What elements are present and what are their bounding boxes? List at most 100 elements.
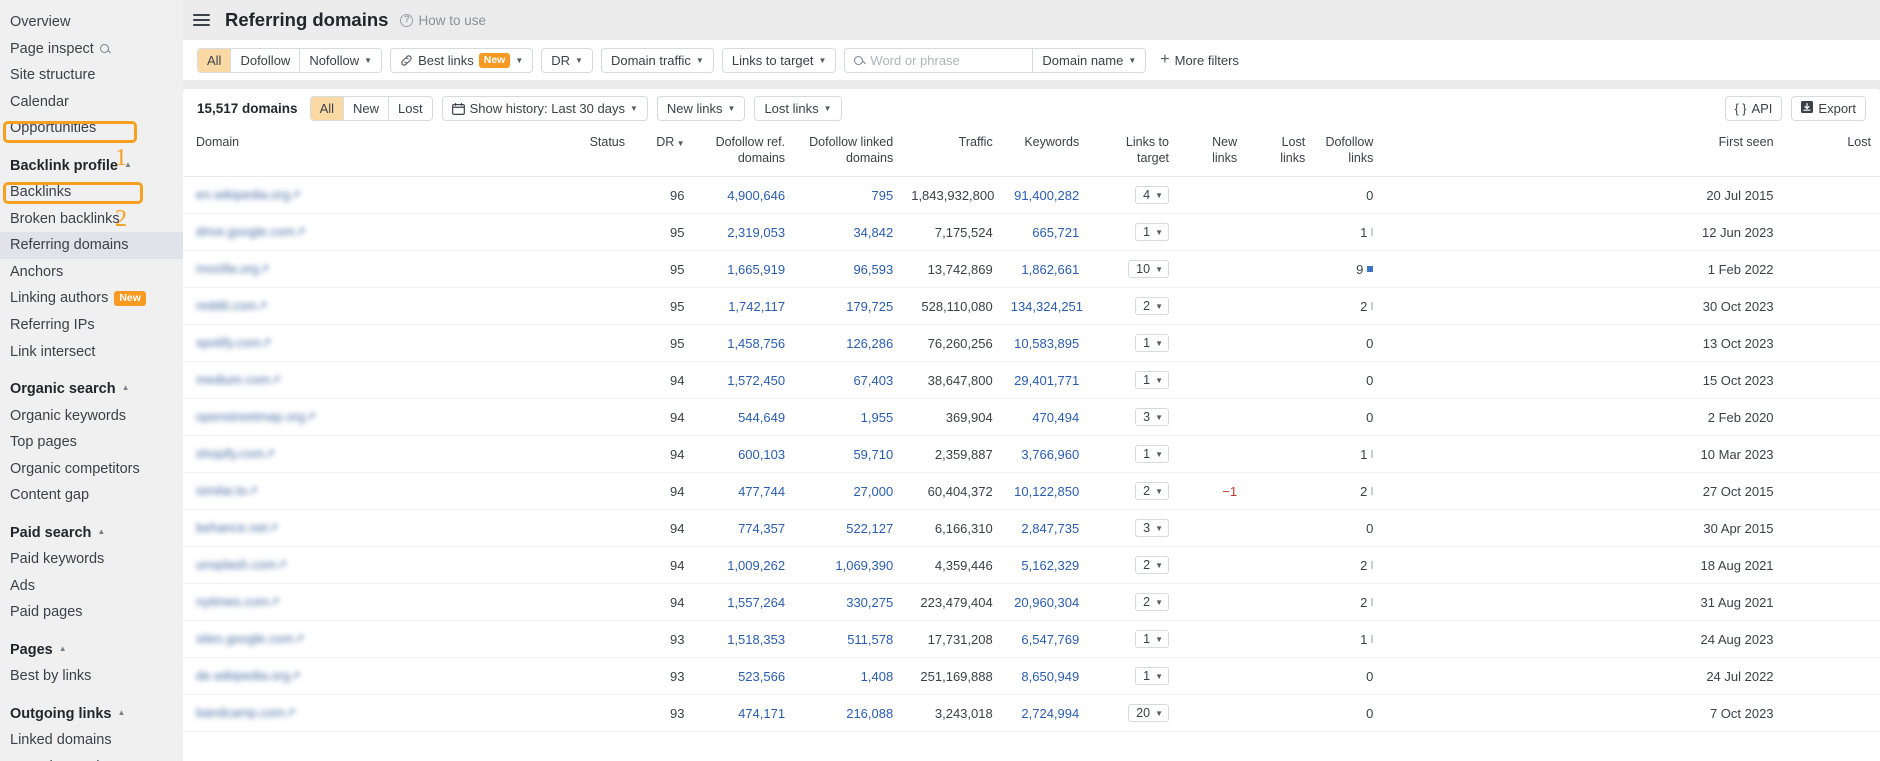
cell-dofollow-linked-domains[interactable]: 179,725 (794, 287, 903, 326)
cell-dofollow-ref-domains[interactable]: 1,458,756 (693, 324, 795, 363)
cell-dofollow-ref-domains[interactable]: 600,103 (693, 435, 795, 474)
table-row[interactable]: medium.com ↗ 94 1,572,450 67,403 38,647,800 2… (183, 361, 1880, 400)
cell-dofollow-linked-domains[interactable]: 1,408 (794, 657, 903, 696)
cell-links-to-target[interactable]: 1 ▼ (1088, 657, 1178, 696)
search-mode-dropdown[interactable]: Domain name ▼ (1032, 48, 1145, 72)
cell-keywords[interactable]: 2,724,994 (1001, 694, 1089, 733)
cell-links-to-target[interactable]: 1 ▼ (1088, 361, 1178, 400)
cell-keywords[interactable]: 665,721 (1001, 213, 1089, 252)
table-row[interactable]: en.wikipedia.org ↗ 96 4,900,646 795 1,843,93… (183, 176, 1880, 215)
api-button[interactable]: { } API (1724, 96, 1783, 121)
links-to-target-dropdown[interactable]: 4 ▼ (1135, 186, 1169, 205)
table-row[interactable]: unsplash.com ↗ 94 1,009,262 1,069,390 4,359,… (183, 546, 1880, 585)
links-to-target-dropdown[interactable]: 2 ▼ (1135, 482, 1169, 501)
links-to-target-dropdown[interactable]: 3 ▼ (1135, 408, 1169, 427)
cell-domain[interactable]: drive.google.com ↗ (183, 213, 562, 252)
cell-domain[interactable]: shopify.com ↗ (183, 435, 562, 474)
export-button[interactable]: Export (1791, 96, 1866, 121)
cell-links-to-target[interactable]: 4 ▼ (1088, 176, 1178, 215)
how-to-use-link[interactable]: ? How to use (400, 13, 486, 28)
cell-dofollow-ref-domains[interactable]: 1,557,264 (693, 583, 795, 622)
sidebar-item-page-inspect[interactable]: Page inspect (0, 36, 183, 63)
cell-dofollow-ref-domains[interactable]: 544,649 (693, 398, 795, 437)
menu-icon[interactable] (193, 14, 210, 26)
sidebar-item-referring-domains[interactable]: Referring domains (0, 232, 183, 259)
best-links-button[interactable]: Best links New ▼ (390, 47, 534, 73)
filter-all[interactable]: All (198, 48, 232, 72)
cell-keywords[interactable]: 29,401,771 (1001, 361, 1089, 400)
cell-links-to-target[interactable]: 2 ▼ (1088, 287, 1178, 326)
table-row[interactable]: sites.google.com ↗ 93 1,518,353 511,578 17,7… (183, 620, 1880, 659)
table-row[interactable]: bandcamp.com ↗ 93 474,171 216,088 3,243,018 2… (183, 694, 1880, 733)
show-history-button[interactable]: Show history: Last 30 days ▼ (441, 96, 648, 121)
column-header-dofollow-links[interactable]: Dofollow links (1314, 128, 1383, 178)
links-to-target-dropdown[interactable]: 2 ▼ (1135, 593, 1169, 612)
links-to-target-dropdown[interactable]: 3 ▼ (1135, 519, 1169, 538)
cell-dofollow-ref-domains[interactable]: 1,665,919 (693, 250, 795, 289)
links-to-target-dropdown[interactable]: 1 ▼ (1135, 223, 1169, 242)
links-to-target-dropdown[interactable]: 10 ▼ (1128, 260, 1169, 279)
state-all[interactable]: All (310, 97, 345, 120)
table-row[interactable]: spotify.com ↗ 95 1,458,756 126,286 76,260,25… (183, 324, 1880, 363)
sidebar-item-backlink-profile[interactable]: Backlink profile ▲ (0, 153, 183, 180)
cell-dofollow-ref-domains[interactable]: 1,518,353 (693, 620, 795, 659)
filter-dofollow[interactable]: Dofollow (231, 48, 301, 72)
links-to-target-dropdown[interactable]: 1 ▼ (1135, 630, 1169, 649)
cell-dofollow-ref-domains[interactable]: 477,744 (693, 472, 795, 511)
sidebar-item-linked-domains[interactable]: Linked domains (0, 727, 183, 754)
dr-filter-button[interactable]: DR ▼ (541, 47, 593, 73)
sidebar-item-outgoing-anchors[interactable]: Outgoing anchors (0, 754, 183, 761)
sidebar-item-site-structure[interactable]: Site structure (0, 62, 183, 89)
cell-links-to-target[interactable]: 2 ▼ (1088, 583, 1178, 622)
cell-dofollow-linked-domains[interactable]: 126,286 (794, 324, 903, 363)
column-header-lost[interactable]: Lost (1782, 128, 1880, 178)
sidebar-item-organic-search[interactable]: Organic search ▲ (0, 376, 183, 403)
table-row[interactable]: nytimes.com ↗ 94 1,557,264 330,275 223,479,4… (183, 583, 1880, 622)
links-to-target-dropdown[interactable]: 20 ▼ (1128, 704, 1169, 723)
column-header-links-to-target[interactable]: Links to target (1088, 128, 1178, 178)
table-row[interactable]: similar.to ↗ 94 477,744 27,000 60,404,372 10,… (183, 472, 1880, 511)
table-row[interactable]: mozilla.org ↗ 95 1,665,919 96,593 13,742,869… (183, 250, 1880, 289)
cell-keywords[interactable]: 2,847,735 (1001, 509, 1089, 548)
cell-dofollow-ref-domains[interactable]: 1,009,262 (693, 546, 795, 585)
cell-keywords[interactable]: 8,650,949 (1001, 657, 1089, 696)
column-header-first-seen[interactable]: First seen (1382, 128, 1783, 178)
column-header-traffic[interactable]: Traffic (902, 128, 1002, 178)
cell-dofollow-ref-domains[interactable]: 523,566 (693, 657, 795, 696)
cell-domain[interactable]: sites.google.com ↗ (183, 620, 562, 659)
cell-dofollow-linked-domains[interactable]: 330,275 (794, 583, 903, 622)
sidebar-item-backlinks[interactable]: Backlinks (0, 179, 183, 206)
sidebar-item-organic-keywords[interactable]: Organic keywords (0, 403, 183, 430)
cell-dofollow-ref-domains[interactable]: 4,900,646 (693, 176, 795, 215)
cell-dofollow-linked-domains[interactable]: 1,069,390 (794, 546, 903, 585)
cell-dofollow-ref-domains[interactable]: 474,171 (693, 694, 795, 733)
links-to-target-filter-button[interactable]: Links to target ▼ (721, 47, 837, 73)
column-header-keywords[interactable]: Keywords (1001, 128, 1089, 178)
column-header-dofollow-linked-domains[interactable]: Dofollow linked domains (794, 128, 903, 178)
cell-domain[interactable]: unsplash.com ↗ (183, 546, 562, 585)
cell-links-to-target[interactable]: 2 ▼ (1088, 546, 1178, 585)
cell-domain[interactable]: behance.net ↗ (183, 509, 562, 548)
sidebar-item-referring-ips[interactable]: Referring IPs (0, 312, 183, 339)
sidebar-item-opportunities[interactable]: Opportunities (0, 115, 183, 142)
cell-links-to-target[interactable]: 2 ▼ (1088, 472, 1178, 511)
cell-links-to-target[interactable]: 1 ▼ (1088, 213, 1178, 252)
domain-traffic-filter-button[interactable]: Domain traffic ▼ (600, 47, 714, 73)
cell-keywords[interactable]: 1,862,661 (1001, 250, 1089, 289)
cell-keywords[interactable]: 3,766,960 (1001, 435, 1089, 474)
sidebar-item-pages[interactable]: Pages ▲ (0, 637, 183, 664)
cell-keywords[interactable]: 91,400,282 (1001, 176, 1089, 215)
sidebar-item-linking-authors[interactable]: Linking authors New (0, 285, 183, 312)
state-lost[interactable]: Lost (389, 97, 432, 120)
column-header-dofollow-ref-domains[interactable]: Dofollow ref. domains (693, 128, 795, 178)
cell-domain[interactable]: en.wikipedia.org ↗ (183, 176, 562, 215)
cell-dofollow-linked-domains[interactable]: 522,127 (794, 509, 903, 548)
sidebar-item-content-gap[interactable]: Content gap (0, 482, 183, 509)
cell-dofollow-linked-domains[interactable]: 511,578 (794, 620, 903, 659)
sidebar-item-paid-keywords[interactable]: Paid keywords (0, 546, 183, 573)
column-header-domain[interactable]: Domain (183, 128, 562, 178)
table-row[interactable]: behance.net ↗ 94 774,357 522,127 6,166,310 2,… (183, 509, 1880, 548)
sidebar-item-best-by-links[interactable]: Best by links (0, 663, 183, 690)
search-box[interactable] (845, 52, 1032, 68)
cell-dofollow-linked-domains[interactable]: 27,000 (794, 472, 903, 511)
